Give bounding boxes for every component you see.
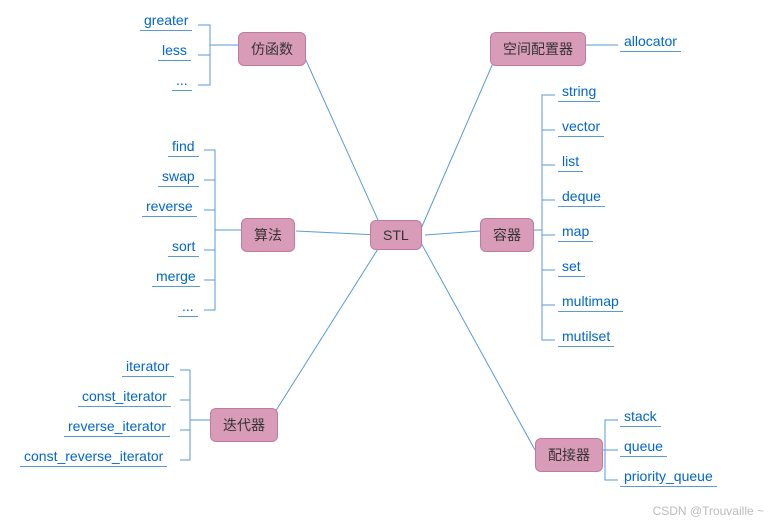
- watermark-text: CSDN @Trouvaille ~: [653, 504, 764, 518]
- leaf-allocator-0: allocator: [620, 33, 681, 52]
- branch-container: 容器: [480, 218, 534, 252]
- leaf-container-2: list: [558, 153, 583, 172]
- leaf-algorithm-0: find: [168, 138, 199, 157]
- leaf-container-7: mutilset: [558, 328, 614, 347]
- branch-algorithm: 算法: [241, 218, 295, 252]
- leaf-algorithm-2: reverse: [142, 198, 197, 217]
- leaf-container-5: set: [558, 258, 585, 277]
- root-node: STL: [370, 220, 422, 250]
- leaf-container-4: map: [558, 223, 593, 242]
- leaf-container-1: vector: [558, 118, 604, 137]
- leaf-container-0: string: [558, 83, 600, 102]
- leaf-iterator-2: reverse_iterator: [64, 418, 170, 437]
- leaf-algorithm-4: merge: [152, 268, 200, 287]
- branch-adapter: 配接器: [535, 438, 603, 472]
- leaf-adapter-0: stack: [620, 408, 661, 427]
- leaf-functor-0: greater: [140, 12, 192, 31]
- leaf-iterator-3: const_reverse_iterator: [20, 448, 167, 467]
- leaf-algorithm-3: sort: [168, 238, 199, 257]
- leaf-algorithm-1: swap: [158, 168, 199, 187]
- leaf-adapter-2: priority_queue: [620, 468, 717, 487]
- branch-iterator: 迭代器: [210, 408, 278, 442]
- branch-functor: 仿函数: [238, 32, 306, 66]
- leaf-adapter-1: queue: [620, 438, 667, 457]
- leaf-functor-1: less: [158, 42, 191, 61]
- leaf-container-3: deque: [558, 188, 605, 207]
- leaf-container-6: multimap: [558, 293, 623, 312]
- leaf-algorithm-5: ...: [178, 298, 198, 317]
- leaf-functor-2: ...: [172, 72, 192, 91]
- leaf-iterator-1: const_iterator: [78, 388, 171, 407]
- leaf-iterator-0: iterator: [122, 358, 174, 377]
- branch-allocator: 空间配置器: [490, 32, 586, 66]
